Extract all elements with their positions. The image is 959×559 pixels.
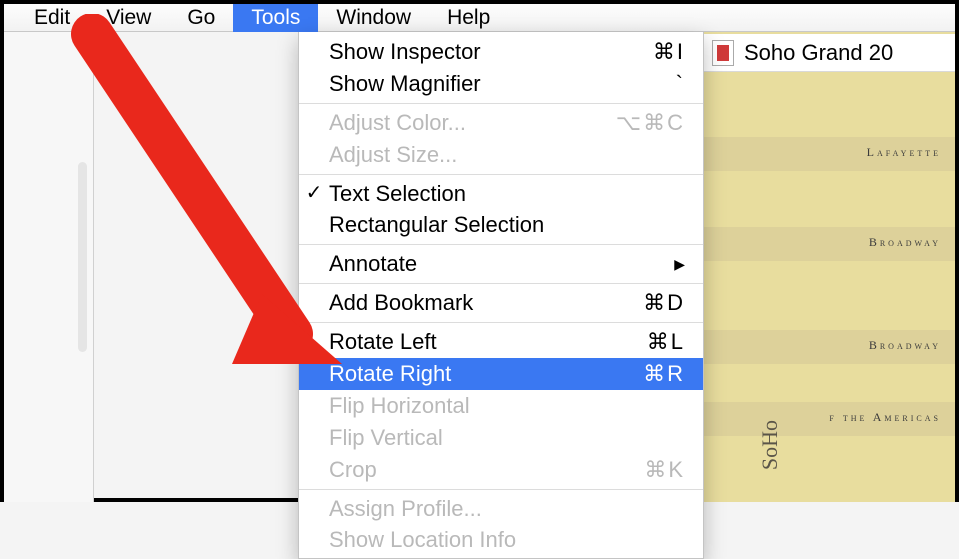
sidebar — [4, 32, 94, 502]
menu-tools[interactable]: Tools — [233, 4, 318, 32]
menu-separator — [299, 244, 703, 245]
scrollbar[interactable] — [78, 162, 87, 352]
map-background: Lafayette Broadway Broadway f the Americ… — [700, 32, 955, 502]
menu-view[interactable]: View — [88, 4, 169, 32]
document-title-tab[interactable]: Soho Grand 20 — [704, 34, 955, 72]
menu-window[interactable]: Window — [318, 4, 429, 32]
menu-show-magnifier[interactable]: Show Magnifier` — [299, 68, 703, 100]
street-label: Broadway — [869, 338, 941, 353]
menu-edit[interactable]: Edit — [16, 4, 88, 32]
menu-show-inspector[interactable]: Show Inspector⌘I — [299, 36, 703, 68]
street-label: Lafayette — [867, 145, 941, 160]
menu-rotate-right[interactable]: Rotate Right⌘R — [299, 358, 703, 390]
menu-rectangular-selection[interactable]: Rectangular Selection — [299, 209, 703, 241]
map-district-label: SoHo — [757, 420, 783, 470]
menu-assign-profile: Assign Profile... — [299, 493, 703, 525]
menu-show-location-info: Show Location Info — [299, 524, 703, 556]
menu-separator — [299, 174, 703, 175]
check-icon: ✓ — [299, 179, 329, 208]
menu-separator — [299, 283, 703, 284]
menu-go[interactable]: Go — [169, 4, 233, 32]
menu-text-selection[interactable]: ✓Text Selection — [299, 178, 703, 210]
menu-separator — [299, 322, 703, 323]
menu-separator — [299, 489, 703, 490]
menubar: Edit View Go Tools Window Help — [4, 4, 955, 32]
street-label: f the Americas — [829, 410, 941, 425]
menu-help[interactable]: Help — [429, 4, 508, 32]
menu-flip-horizontal: Flip Horizontal — [299, 390, 703, 422]
menu-annotate[interactable]: Annotate▶ — [299, 248, 703, 280]
submenu-arrow-icon: ▶ — [674, 254, 685, 274]
document-title: Soho Grand 20 — [744, 40, 893, 66]
menu-rotate-left[interactable]: Rotate Left⌘L — [299, 326, 703, 358]
pdf-icon — [712, 40, 734, 66]
menu-add-bookmark[interactable]: Add Bookmark⌘D — [299, 287, 703, 319]
menu-adjust-color: Adjust Color...⌥⌘C — [299, 107, 703, 139]
menu-adjust-size: Adjust Size... — [299, 139, 703, 171]
menu-separator — [299, 103, 703, 104]
tools-dropdown: Show Inspector⌘I Show Magnifier` Adjust … — [298, 32, 704, 559]
menu-flip-vertical: Flip Vertical — [299, 422, 703, 454]
street-label: Broadway — [869, 235, 941, 250]
menu-crop: Crop⌘K — [299, 454, 703, 486]
